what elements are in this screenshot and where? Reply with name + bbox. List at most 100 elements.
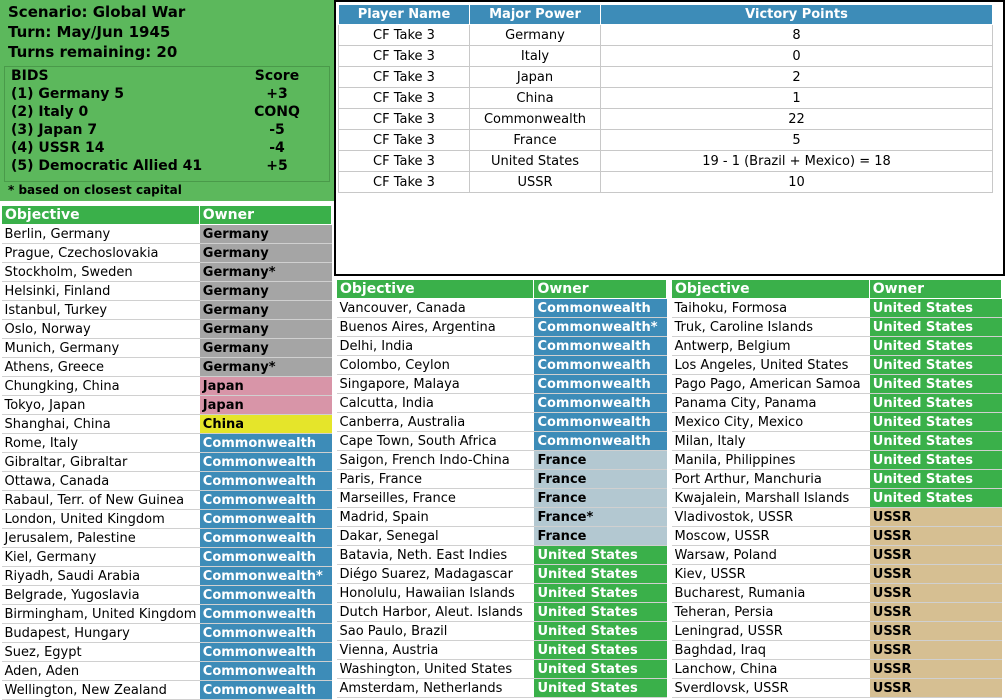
owner-cell: USSR [868, 640, 1002, 660]
objective-row: Taihoku, Formosa United States [671, 298, 1002, 318]
objective-row: Riyadh, Saudi Arabia Commonwealth* [1, 566, 332, 586]
owner-cell: Commonwealth [533, 374, 667, 394]
owner-cell: United States [868, 469, 1002, 489]
owner-cell: Germany [198, 300, 332, 320]
bids-header-row: BIDS Score [11, 67, 329, 85]
major-power-cell: Germany [469, 24, 601, 46]
owner-cell: Germany [198, 243, 332, 263]
major-power-cell: USSR [469, 171, 601, 193]
owner-cell: Commonwealth [533, 355, 667, 375]
header-objective: Objective [335, 279, 535, 299]
objective-row: Amsterdam, Netherlands United States [336, 678, 667, 698]
objective-row: Teheran, Persia USSR [671, 602, 1002, 622]
owner-cell: Commonwealth [198, 547, 332, 567]
bid-score: +5 [266, 158, 288, 174]
objective-row: Leningrad, USSR USSR [671, 621, 1002, 641]
owner-cell: USSR [868, 659, 1002, 679]
victory-points-cell: 2 [600, 66, 993, 88]
owner-cell: USSR [868, 564, 1002, 584]
objective-cell: Canberra, Australia [336, 412, 534, 432]
objective-cell: Madrid, Spain [336, 507, 534, 527]
bid-row: (5) Democratic Allied 41 +5 [11, 157, 329, 175]
victory-points-cell: 10 [600, 171, 993, 193]
objective-cell: Istanbul, Turkey [1, 300, 200, 320]
objective-row: Prague, Czechoslovakia Germany [1, 243, 332, 263]
player-name-cell: CF Take 3 [338, 24, 470, 46]
objective-cell: Paris, France [336, 469, 534, 489]
bid-row: (1) Germany 5 +3 [11, 85, 329, 103]
objective-cell: Jerusalem, Palestine [1, 528, 200, 548]
victory-row: CF Take 3 United States 19 - 1 (Brazil + M… [338, 150, 993, 172]
owner-cell: Germany [198, 338, 332, 358]
objective-cell: Mexico City, Mexico [671, 412, 870, 432]
bid-row: (4) USSR 14 -4 [11, 139, 329, 157]
objective-cell: Antwerp, Belgium [671, 336, 870, 356]
owner-cell: Commonwealth [533, 298, 667, 318]
objective-row: Madrid, Spain France* [336, 507, 667, 527]
objective-row: Port Arthur, Manchuria United States [671, 469, 1002, 489]
owner-cell: United States [533, 659, 667, 679]
objective-cell: Stockholm, Sweden [1, 262, 200, 282]
objective-row: Chungking, China Japan [1, 376, 332, 396]
objective-cell: Honolulu, Hawaiian Islands [336, 583, 534, 603]
turns-remaining: Turns remaining: 20 [8, 43, 178, 61]
objective-cell: Bucharest, Rumania [671, 583, 870, 603]
owner-cell: France [533, 526, 667, 546]
header-owner: Owner [868, 279, 1003, 299]
bid-name: (5) Democratic Allied 41 [11, 158, 203, 174]
objective-row: Diégo Suarez, Madagascar United States [336, 564, 667, 584]
objective-cell: Oslo, Norway [1, 319, 200, 339]
major-power-cell: Japan [469, 66, 601, 88]
victory-row: CF Take 3 Germany 8 [338, 24, 993, 46]
objective-row: Vancouver, Canada Commonwealth [336, 298, 667, 318]
objective-cell: Port Arthur, Manchuria [671, 469, 870, 489]
objective-cell: Ottawa, Canada [1, 471, 200, 491]
objective-cell: Helsinki, Finland [1, 281, 200, 301]
objective-cell: Berlin, Germany [1, 224, 200, 244]
owner-cell: United States [533, 621, 667, 641]
victory-row: CF Take 3 USSR 10 [338, 171, 993, 193]
victory-points-cell: 1 [600, 87, 993, 109]
header-victory-points: Victory Points [600, 4, 993, 25]
objective-cell: Moscow, USSR [671, 526, 870, 546]
objective-cell: Dakar, Senegal [336, 526, 534, 546]
objective-row: Dutch Harbor, Aleut. Islands United State… [336, 602, 667, 622]
objective-cell: Sverdlovsk, USSR [671, 678, 870, 698]
owner-cell: Commonwealth [198, 623, 332, 643]
objective-row: Dakar, Senegal France [336, 526, 667, 546]
objective-row: Wellington, New Zealand Commonwealth [1, 680, 332, 700]
objective-row: Gibraltar, Gibraltar Commonwealth [1, 452, 332, 472]
owner-cell: USSR [868, 678, 1002, 698]
objective-cell: Lanchow, China [671, 659, 870, 679]
objective-row: Berlin, Germany Germany [1, 224, 332, 244]
objective-row: Colombo, Ceylon Commonwealth [336, 355, 667, 375]
objective-cell: Kiel, Germany [1, 547, 200, 567]
objective-row: Antwerp, Belgium United States [671, 336, 1002, 356]
major-power-cell: France [469, 129, 601, 151]
objectives-table-left: Objective Owner Berlin, Germany Germany Pr… [1, 205, 333, 700]
owner-cell: Commonwealth [198, 585, 332, 605]
bid-name: (2) Italy 0 [11, 104, 89, 120]
objective-row: Kiev, USSR USSR [671, 564, 1002, 584]
objective-cell: Batavia, Neth. East Indies [336, 545, 534, 565]
objective-cell: Athens, Greece [1, 357, 200, 377]
objective-row: Vienna, Austria United States [336, 640, 667, 660]
objective-cell: Buenos Aires, Argentina [336, 317, 534, 337]
victory-points-cell: 5 [600, 129, 993, 151]
objective-cell: Vladivostok, USSR [671, 507, 870, 527]
owner-cell: Commonwealth [198, 433, 332, 453]
bid-score: -4 [269, 140, 285, 156]
bid-score: -5 [269, 122, 285, 138]
objective-row: Buenos Aires, Argentina Commonwealth* [336, 317, 667, 337]
owner-cell: Commonwealth [198, 642, 332, 662]
bids-box: BIDS Score (1) Germany 5 +3 (2) Italy 0 CON… [4, 66, 330, 182]
major-power-cell: Italy [469, 45, 601, 67]
objective-cell: Truk, Caroline Islands [671, 317, 870, 337]
objective-cell: Panama City, Panama [671, 393, 870, 413]
objective-cell: Cape Town, South Africa [336, 431, 534, 451]
owner-cell: Commonwealth [198, 604, 332, 624]
owner-cell: Commonwealth [198, 490, 332, 510]
bid-name: (3) Japan 7 [11, 122, 98, 138]
objective-row: London, United Kingdom Commonwealth [1, 509, 332, 529]
player-name-cell: CF Take 3 [338, 129, 470, 151]
